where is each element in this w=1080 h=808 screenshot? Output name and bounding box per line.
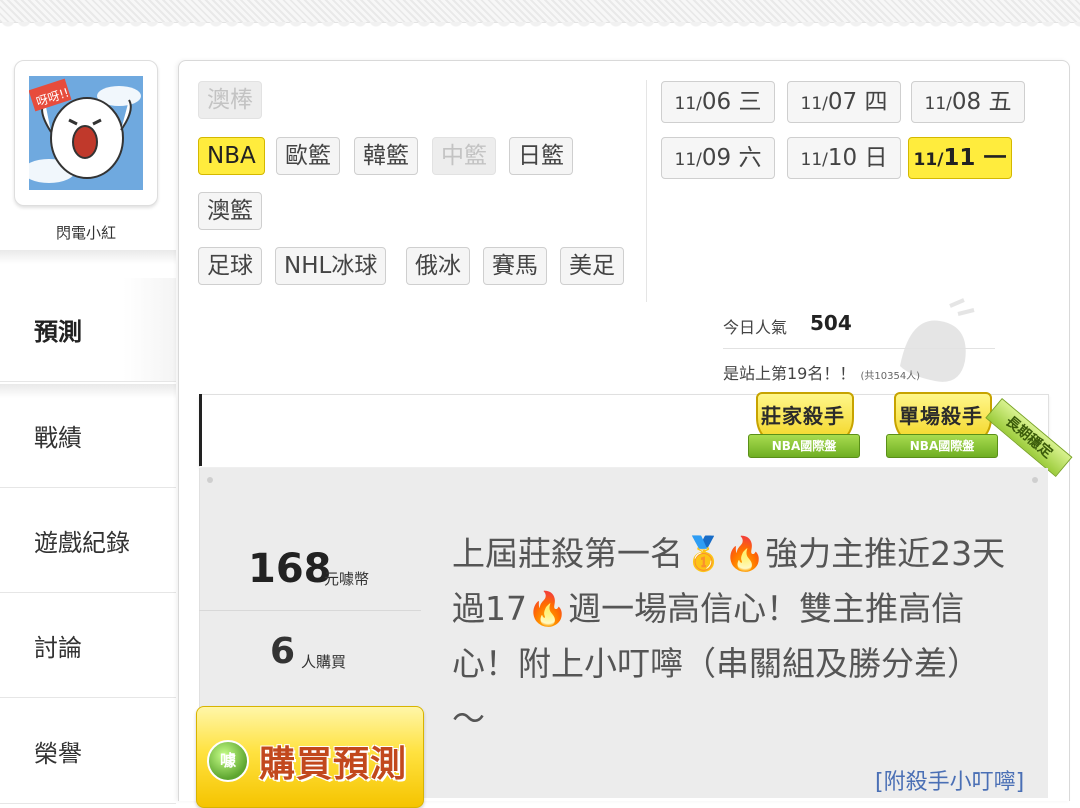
nav-item-record[interactable]: 戰績 — [0, 384, 176, 488]
popularity-label: 今日人氣 — [723, 318, 788, 337]
nav-item-discussion[interactable]: 討論 — [0, 594, 176, 698]
date-day: 08 — [951, 89, 982, 115]
nav-item-predictions[interactable]: 預測 — [0, 278, 176, 382]
rank-total: (共10354人) — [860, 371, 921, 382]
date-day: 06 — [701, 89, 732, 115]
sport-tag-horse-racing[interactable]: 賽馬 — [483, 247, 547, 285]
date-weekday: 六 — [738, 145, 762, 171]
price-divider — [199, 610, 421, 611]
buy-prediction-label: 購買預測 — [259, 744, 408, 785]
killer-tips-link[interactable]: [附殺手小叮嚀] — [875, 764, 1024, 796]
sport-tag-soccer[interactable]: 足球 — [198, 247, 262, 285]
card-pin — [207, 477, 213, 483]
badge-title: 單場殺手 — [899, 404, 983, 428]
sport-tag-china-basketball[interactable]: 中籃 — [432, 137, 496, 175]
price-unit: 元噱幣 — [324, 570, 370, 588]
sport-tag-korea-basketball[interactable]: 韓籃 — [354, 137, 418, 175]
date-weekday: 四 — [864, 89, 888, 115]
date-button-1110[interactable]: 11/10 日 — [787, 137, 901, 179]
sport-tag-american-football[interactable]: 美足 — [560, 247, 624, 285]
date-day: 10 — [827, 145, 858, 171]
date-day: 09 — [701, 145, 732, 171]
avatar-image: 呀呀!! — [29, 76, 143, 190]
avatar[interactable]: 呀呀!! — [14, 60, 158, 206]
sport-tag-nhl[interactable]: NHL冰球 — [275, 247, 387, 285]
date-button-1106[interactable]: 11/06 三 — [661, 81, 775, 123]
nav-item-honors[interactable]: 榮譽 — [0, 700, 176, 804]
buyers-unit: 人購買 — [301, 653, 347, 671]
coin-icon: 噱 — [207, 740, 249, 782]
sport-tag-aus-baseball[interactable]: 澳棒 — [198, 81, 262, 119]
date-button-1111[interactable]: 11/11 一 — [908, 137, 1012, 179]
date-weekday: 三 — [738, 89, 762, 115]
date-month: 11/ — [913, 150, 944, 170]
sport-tag-nba[interactable]: NBA — [198, 137, 265, 175]
sport-tag-russia-hockey[interactable]: 俄冰 — [406, 247, 470, 285]
price-value: 168 — [248, 546, 332, 592]
date-month: 11/ — [674, 150, 702, 170]
card-pin — [1032, 477, 1038, 483]
badge-bookmaker-killer: 莊家殺手 NBA國際盤 — [748, 392, 860, 468]
buyers-count: 6 — [270, 631, 296, 672]
buy-prediction-button[interactable]: 噱 購買預測 — [196, 706, 424, 808]
badge-single-game-killer: 單場殺手 NBA國際盤 — [886, 392, 998, 468]
stats-divider — [723, 348, 995, 349]
date-day: 07 — [827, 89, 858, 115]
nav-item-game-history[interactable]: 遊戲紀錄 — [0, 489, 176, 593]
prediction-description: 上屆莊殺第一名🥇🔥強力主推近23天過17🔥週一場高信心！雙主推高信心！附上小叮嚀… — [452, 534, 1006, 738]
date-month: 11/ — [800, 150, 828, 170]
rank-text: 是站上第19名！！ (共10354人) — [723, 360, 920, 384]
top-decorative-border — [0, 0, 1080, 28]
badge-title: 莊家殺手 — [761, 404, 845, 428]
date-button-1109[interactable]: 11/09 六 — [661, 137, 775, 179]
nav-shadow — [0, 250, 176, 264]
date-day: 11 — [943, 145, 976, 171]
date-weekday: 五 — [988, 89, 1012, 115]
date-month: 11/ — [674, 94, 702, 114]
card-header-accent — [199, 394, 202, 466]
date-weekday: 一 — [983, 145, 1007, 171]
date-button-1108[interactable]: 11/08 五 — [911, 81, 1025, 123]
rank-main: 是站上第19名！！ — [723, 364, 856, 383]
sport-tag-euro-basketball[interactable]: 歐籃 — [276, 137, 340, 175]
sport-tag-japan-basketball[interactable]: 日籃 — [509, 137, 573, 175]
date-month: 11/ — [800, 94, 828, 114]
sport-tag-aus-basketball[interactable]: 澳籃 — [198, 192, 262, 230]
popularity-value: 504 — [810, 311, 852, 335]
badge-subtitle: NBA國際盤 — [886, 434, 998, 458]
date-button-1107[interactable]: 11/07 四 — [787, 81, 901, 123]
date-month: 11/ — [924, 94, 952, 114]
badge-subtitle: NBA國際盤 — [748, 434, 860, 458]
vertical-divider — [646, 80, 647, 302]
profile-name[interactable]: 閃電小紅 — [14, 222, 158, 243]
date-weekday: 日 — [864, 145, 888, 171]
